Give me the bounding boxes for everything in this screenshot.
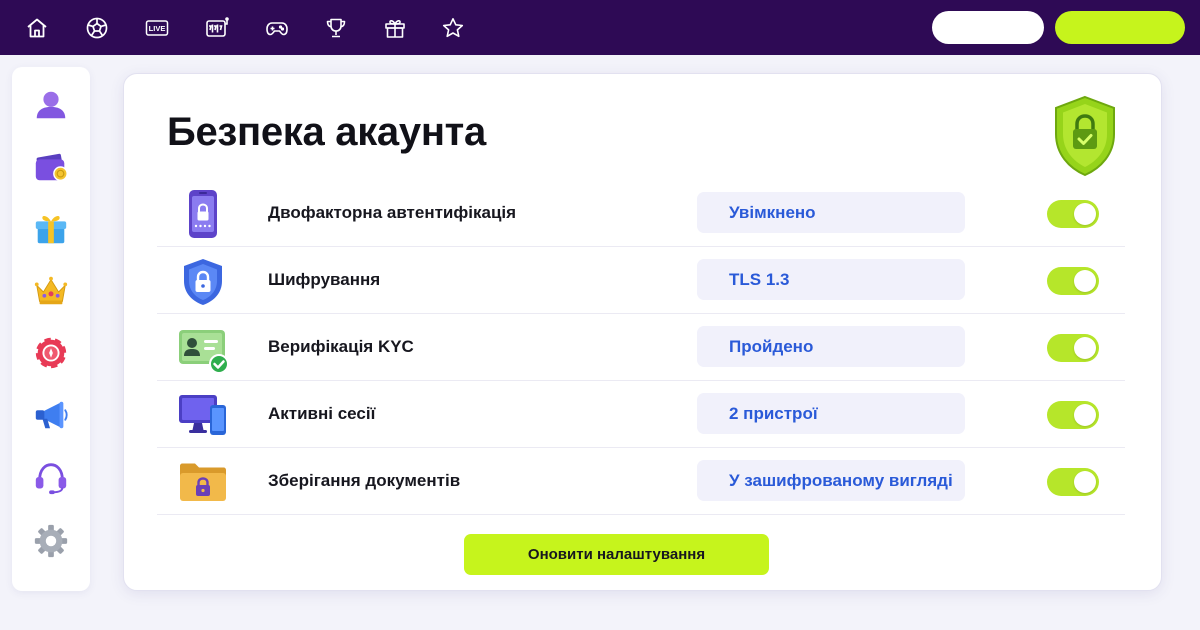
id-card-check-icon xyxy=(179,330,229,374)
soccer-ball-icon[interactable] xyxy=(81,12,113,44)
page-title: Безпека акаунта xyxy=(167,110,486,154)
row-label: Активні сесії xyxy=(268,404,376,423)
toggle-knob xyxy=(1074,404,1096,426)
lime-header-button[interactable] xyxy=(1055,11,1185,44)
casino-chip-icon[interactable] xyxy=(31,333,71,373)
setting-row-sessions: Активні сесії 2 пристрої xyxy=(157,381,1125,448)
row-status-value: Пройдено xyxy=(697,326,965,367)
live-icon[interactable]: LIVE xyxy=(141,12,173,44)
toggle-knob xyxy=(1074,337,1096,359)
star-icon[interactable] xyxy=(437,12,469,44)
live-icon-text: LIVE xyxy=(149,24,166,33)
shield-lock-icon xyxy=(184,259,222,305)
row-status-value: У зашифрованому вигляді xyxy=(697,460,965,501)
sidebar xyxy=(12,67,90,591)
account-security-card: Безпека акаунта Двофакторна автентифікац… xyxy=(123,73,1162,591)
toggle-switch[interactable] xyxy=(1047,267,1099,295)
folder-lock-icon xyxy=(180,463,226,501)
toggle-knob xyxy=(1074,471,1096,493)
gear-icon[interactable] xyxy=(31,521,71,561)
row-label: Шифрування xyxy=(268,270,381,289)
shield-lock-icon xyxy=(1055,95,1115,177)
toggle-knob xyxy=(1074,203,1096,225)
gamepad-icon[interactable] xyxy=(261,12,293,44)
setting-row-encryption: Шифрування TLS 1.3 xyxy=(157,247,1125,314)
phone-lock-icon xyxy=(189,190,217,238)
row-status-value: TLS 1.3 xyxy=(697,259,965,300)
setting-row-kyc: Верифікація KYC Пройдено xyxy=(157,314,1125,381)
row-status-value: Увімкнено xyxy=(697,192,965,233)
top-navigation-bar: LIVE xyxy=(0,0,1200,55)
home-icon[interactable] xyxy=(21,12,53,44)
row-label: Двофакторна автентифікація xyxy=(268,203,517,222)
row-label: Зберігання документів xyxy=(268,471,461,490)
crown-icon[interactable] xyxy=(31,271,71,311)
wallet-icon[interactable] xyxy=(31,147,71,187)
update-settings-button[interactable]: Оновити налаштування xyxy=(464,534,769,575)
gift-icon[interactable] xyxy=(31,209,71,249)
toggle-switch[interactable] xyxy=(1047,401,1099,429)
toggle-switch[interactable] xyxy=(1047,468,1099,496)
toggle-knob xyxy=(1074,270,1096,292)
toggle-switch[interactable] xyxy=(1047,200,1099,228)
setting-row-documents: Зберігання документів У зашифрованому ви… xyxy=(157,448,1125,515)
headset-icon[interactable] xyxy=(31,458,71,498)
row-label: Верифікація KYC xyxy=(268,337,414,356)
white-header-button[interactable] xyxy=(932,11,1044,44)
megaphone-icon[interactable] xyxy=(31,395,71,435)
user-icon[interactable] xyxy=(31,85,71,125)
row-status-value: 2 пристрої xyxy=(697,393,965,434)
trophy-icon[interactable] xyxy=(320,12,352,44)
toggle-switch[interactable] xyxy=(1047,334,1099,362)
devices-icon xyxy=(179,395,226,435)
slot-machine-icon[interactable] xyxy=(201,12,233,44)
setting-row-2fa: Двофакторна автентифікація Увімкнено xyxy=(157,180,1125,247)
gift-icon[interactable] xyxy=(379,12,411,44)
